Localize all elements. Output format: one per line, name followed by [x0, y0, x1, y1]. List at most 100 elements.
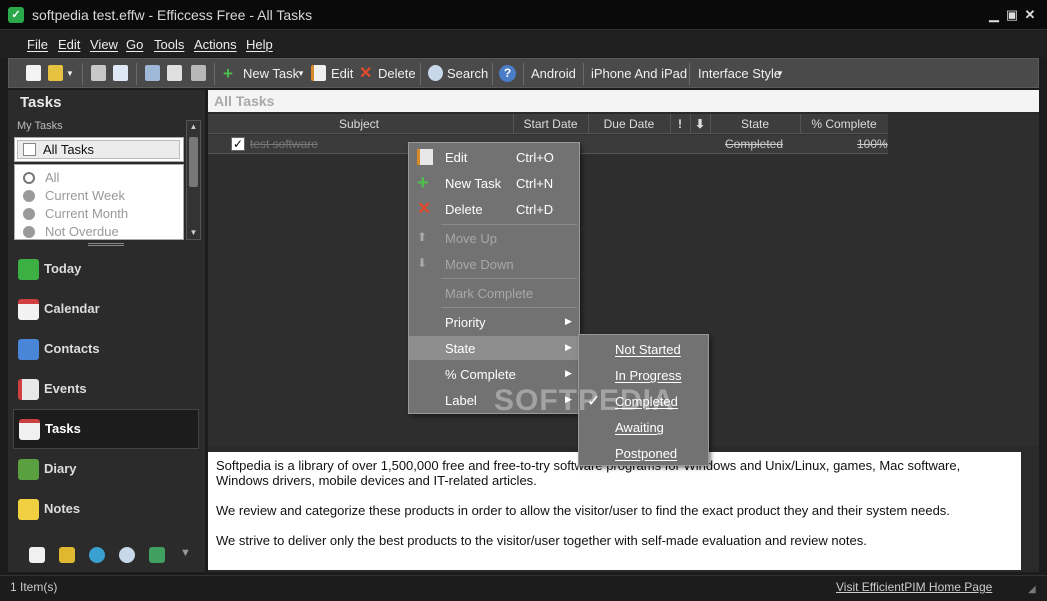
sidebar-scrollbar[interactable]: ▲ ▼: [186, 120, 201, 240]
filter-all[interactable]: All: [23, 170, 59, 185]
notes-scrollbar[interactable]: [1021, 452, 1039, 570]
new-task-button[interactable]: New Task: [243, 64, 299, 84]
sidebar: Tasks My Tasks All Tasks All Current Wee…: [8, 90, 205, 572]
events-icon: [18, 379, 39, 400]
nav-calendar[interactable]: Calendar: [13, 290, 199, 328]
open-dropdown-icon[interactable]: ▼: [66, 64, 74, 84]
new-file-icon[interactable]: [26, 65, 41, 81]
scroll-thumb[interactable]: [189, 137, 198, 187]
state-postponed[interactable]: Postponed: [579, 441, 708, 465]
view-header: All Tasks: [208, 90, 1039, 112]
contacts-icon: [18, 339, 39, 360]
print-preview-icon[interactable]: [113, 65, 128, 81]
new-task-plus-icon[interactable]: +: [223, 64, 233, 84]
grid-column-header: Subject Start Date Due Date ! ⬇ State % …: [208, 114, 888, 134]
col-due-date[interactable]: Due Date: [588, 117, 670, 131]
menu-help[interactable]: Help: [246, 37, 273, 52]
diary-book-icon: [18, 459, 39, 480]
plus-icon: +: [417, 172, 429, 194]
nav-contacts[interactable]: Contacts: [13, 330, 199, 368]
toolbar-separator: [689, 63, 690, 85]
print-icon[interactable]: [91, 65, 106, 81]
arrow-down-icon: ⬇: [417, 256, 428, 270]
ctx-state[interactable]: State ▶: [409, 336, 579, 360]
android-button[interactable]: Android: [531, 64, 576, 84]
nav-notes-label: Notes: [44, 501, 81, 516]
search-button[interactable]: Search: [447, 64, 488, 84]
edit-pencil-icon[interactable]: [311, 65, 326, 81]
state-not-started[interactable]: Not Started: [579, 337, 708, 361]
col-priority[interactable]: !: [670, 117, 690, 131]
minimize-icon[interactable]: ▁: [986, 8, 1002, 22]
maximize-icon[interactable]: ▣: [1004, 8, 1020, 22]
col-start-date[interactable]: Start Date: [513, 117, 588, 131]
col-subject[interactable]: Subject: [248, 117, 470, 131]
paste-icon[interactable]: [191, 65, 206, 81]
copy-icon[interactable]: [167, 65, 182, 81]
ctx-priority[interactable]: Priority ▶: [409, 310, 579, 334]
ctx-edit[interactable]: Edit Ctrl+O: [409, 145, 579, 169]
ctx-percent-complete[interactable]: % Complete ▶: [409, 362, 579, 386]
col-attachment-icon[interactable]: ⬇: [690, 117, 710, 131]
nav-today[interactable]: Today: [13, 250, 199, 288]
filter-current-month[interactable]: Current Month: [23, 206, 128, 221]
cut-icon[interactable]: [145, 65, 160, 81]
search-icon[interactable]: [428, 65, 443, 81]
col-state[interactable]: State: [710, 117, 800, 131]
key-icon[interactable]: [59, 547, 75, 563]
more-dropdown-icon[interactable]: ▼: [180, 547, 196, 563]
window-title: softpedia test.effw - Efficcess Free - A…: [32, 7, 313, 23]
scroll-up-icon[interactable]: ▲: [187, 121, 200, 133]
nav-diary[interactable]: Diary: [13, 450, 199, 488]
menu-actions[interactable]: Actions: [194, 37, 237, 52]
nav-events[interactable]: Events: [13, 370, 199, 408]
scroll-down-icon[interactable]: ▼: [187, 227, 200, 239]
menu-go[interactable]: Go: [126, 37, 143, 52]
menu-view[interactable]: View: [90, 37, 118, 52]
state-awaiting[interactable]: Awaiting: [579, 415, 708, 439]
resize-grip-icon[interactable]: ◢: [1028, 584, 1036, 595]
menu-tools[interactable]: Tools: [154, 37, 184, 52]
menu-file[interactable]: File: [27, 37, 48, 52]
interface-style-button[interactable]: Interface Style: [698, 64, 781, 84]
help-icon[interactable]: ?: [499, 65, 516, 82]
new-task-dropdown-icon[interactable]: ▼: [297, 64, 305, 84]
iphone-ipad-button[interactable]: iPhone And iPad: [591, 64, 687, 84]
sidebar-shortcuts: ▼: [8, 543, 205, 569]
toolbar: ▼ + New Task ▼ Edit ✕ Delete Search ? An…: [8, 58, 1039, 88]
toolbar-separator: [136, 63, 137, 85]
notes-shortcut-icon[interactable]: [29, 547, 45, 563]
search-shortcut-icon[interactable]: [119, 547, 135, 563]
radio-icon: [23, 208, 35, 220]
context-menu: Edit Ctrl+O + New Task Ctrl+N ✕ Delete Ctrl…: [408, 142, 580, 414]
filter-not-overdue[interactable]: Not Overdue: [23, 224, 119, 239]
notes-panel[interactable]: Softpedia is a library of over 1,500,000…: [208, 452, 1021, 570]
menu-bar: File Edit View Go Tools Actions Help: [0, 31, 1047, 57]
edit-button[interactable]: Edit: [331, 64, 353, 84]
ctx-new-task[interactable]: + New Task Ctrl+N: [409, 171, 579, 195]
nav-notes[interactable]: Notes: [13, 490, 199, 528]
nav-today-label: Today: [44, 261, 82, 276]
globe-icon[interactable]: [89, 547, 105, 563]
task-checkbox[interactable]: ✓: [231, 137, 245, 151]
menu-edit[interactable]: Edit: [58, 37, 80, 52]
menu-separator: [441, 307, 577, 308]
delete-button[interactable]: Delete: [378, 64, 416, 84]
filter-current-week[interactable]: Current Week: [23, 188, 125, 203]
task-subject: test software: [250, 137, 319, 151]
interface-style-dropdown-icon[interactable]: ▼: [776, 64, 784, 84]
ctx-move-down[interactable]: ⬇ Move Down: [409, 252, 579, 276]
open-folder-icon[interactable]: [48, 65, 63, 81]
ctx-move-up[interactable]: ⬆ Move Up: [409, 226, 579, 250]
all-tasks-item[interactable]: All Tasks: [17, 140, 180, 159]
close-icon[interactable]: ✕: [1022, 8, 1038, 22]
nav-tasks[interactable]: Tasks: [13, 409, 199, 449]
calendar-icon: [18, 299, 39, 320]
ctx-mark-complete[interactable]: Mark Complete: [409, 281, 579, 305]
recycle-bin-icon[interactable]: [149, 547, 165, 563]
splitter-handle[interactable]: [88, 243, 124, 246]
ctx-delete[interactable]: ✕ Delete Ctrl+D: [409, 197, 579, 221]
col-percent-complete[interactable]: % Complete: [800, 117, 888, 131]
delete-x-icon[interactable]: ✕: [359, 64, 372, 84]
home-page-link[interactable]: Visit EfficientPIM Home Page: [836, 580, 992, 594]
